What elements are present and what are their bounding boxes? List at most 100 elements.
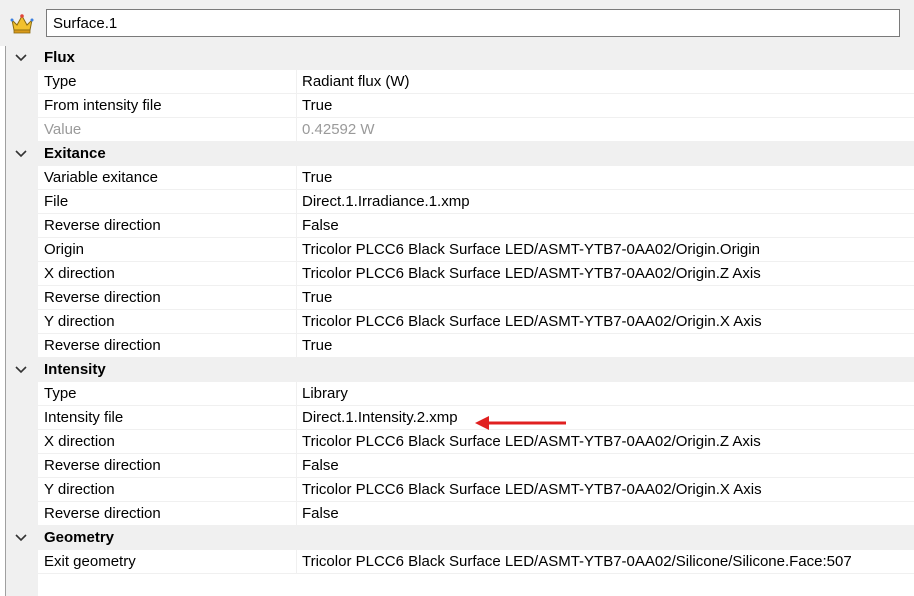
property-row[interactable]: X direction Tricolor PLCC6 Black Surface …	[6, 430, 914, 454]
column-divider	[296, 214, 297, 237]
chevron-down-icon[interactable]	[12, 358, 30, 382]
property-row[interactable]: Reverse direction False	[6, 502, 914, 526]
row-gutter	[6, 70, 38, 93]
property-name: From intensity file	[44, 97, 162, 114]
property-value[interactable]: True	[302, 286, 332, 310]
category-label: Exitance	[44, 145, 106, 162]
row-gutter	[6, 406, 38, 429]
property-value[interactable]: Direct.1.Irradiance.1.xmp	[302, 190, 470, 214]
category-flux[interactable]: Flux	[6, 46, 914, 70]
row-gutter	[6, 430, 38, 453]
row-gutter	[6, 238, 38, 261]
property-row[interactable]: Reverse direction False	[6, 214, 914, 238]
property-name: File	[44, 193, 69, 210]
property-row[interactable]: Reverse direction True	[6, 334, 914, 358]
property-value[interactable]: True	[302, 166, 332, 190]
property-value[interactable]: Tricolor PLCC6 Black Surface LED/ASMT-YT…	[302, 478, 762, 502]
property-row[interactable]: Reverse direction True	[6, 286, 914, 310]
property-name: Origin	[44, 241, 85, 258]
property-name: Intensity file	[44, 409, 124, 426]
property-row[interactable]: Y direction Tricolor PLCC6 Black Surface …	[6, 478, 914, 502]
property-value[interactable]: Radiant flux (W)	[302, 70, 410, 94]
property-value[interactable]: Tricolor PLCC6 Black Surface LED/ASMT-YT…	[302, 310, 762, 334]
category-intensity[interactable]: Intensity	[6, 358, 914, 382]
property-name: Y direction	[44, 313, 115, 330]
property-row[interactable]: Type Library	[6, 382, 914, 406]
annotation-arrow	[475, 416, 566, 430]
row-gutter	[6, 262, 38, 285]
property-value[interactable]: Tricolor PLCC6 Black Surface LED/ASMT-YT…	[302, 430, 761, 454]
row-gutter	[6, 118, 38, 141]
property-value[interactable]: Tricolor PLCC6 Black Surface LED/ASMT-YT…	[302, 262, 761, 286]
chevron-down-icon[interactable]	[12, 526, 30, 550]
property-name: Reverse direction	[44, 289, 161, 306]
row-gutter	[6, 310, 38, 333]
property-row[interactable]: Exit geometry Tricolor PLCC6 Black Surfac…	[6, 550, 914, 574]
row-gutter	[6, 334, 38, 357]
row-gutter	[6, 454, 38, 477]
property-row[interactable]: Type Radiant flux (W)	[6, 70, 914, 94]
property-value[interactable]: True	[302, 334, 332, 358]
property-row[interactable]: Origin Tricolor PLCC6 Black Surface LED/A…	[6, 238, 914, 262]
property-name: Reverse direction	[44, 457, 161, 474]
column-divider	[296, 118, 297, 141]
header-bar	[0, 0, 914, 46]
category-label: Flux	[44, 49, 75, 66]
property-value[interactable]: Tricolor PLCC6 Black Surface LED/ASMT-YT…	[302, 238, 760, 262]
column-divider	[296, 166, 297, 189]
property-value[interactable]: False	[302, 214, 339, 238]
column-divider	[296, 262, 297, 285]
name-input[interactable]	[46, 9, 900, 37]
property-value: 0.42592 W	[302, 121, 375, 138]
property-name: Variable exitance	[44, 169, 158, 186]
column-divider	[296, 382, 297, 405]
column-divider	[296, 550, 297, 573]
property-name: X direction	[44, 433, 115, 450]
category-exitance[interactable]: Exitance	[6, 142, 914, 166]
row-gutter	[6, 382, 38, 405]
row-gutter	[6, 550, 38, 573]
property-value[interactable]: False	[302, 454, 339, 478]
property-row[interactable]: Value 0.42592 W	[6, 118, 914, 142]
row-gutter	[6, 166, 38, 189]
column-divider	[296, 406, 297, 429]
property-name: Reverse direction	[44, 337, 161, 354]
property-name: Type	[44, 385, 77, 402]
chevron-down-icon[interactable]	[12, 46, 30, 70]
property-row[interactable]: Y direction Tricolor PLCC6 Black Surface …	[6, 310, 914, 334]
property-row[interactable]: Reverse direction False	[6, 454, 914, 478]
property-row[interactable]: From intensity file True	[6, 94, 914, 118]
row-gutter	[6, 502, 38, 525]
row-gutter	[6, 190, 38, 213]
property-name: X direction	[44, 265, 115, 282]
property-grid: Flux Type Radiant flux (W) From intensity f…	[5, 46, 914, 596]
property-value[interactable]: True	[302, 94, 332, 118]
column-divider	[296, 334, 297, 357]
property-row[interactable]: Intensity file Direct.1.Intensity.2.xmp	[6, 406, 914, 430]
property-value[interactable]: Library	[302, 382, 348, 406]
column-divider	[296, 478, 297, 501]
property-name: Reverse direction	[44, 505, 161, 522]
column-divider	[296, 70, 297, 93]
property-value[interactable]: Tricolor PLCC6 Black Surface LED/ASMT-YT…	[302, 550, 852, 574]
category-label: Geometry	[44, 529, 115, 546]
property-row[interactable]: Variable exitance True	[6, 166, 914, 190]
row-gutter	[6, 214, 38, 237]
property-name: Reverse direction	[44, 217, 161, 234]
property-name: Type	[44, 73, 77, 90]
property-row[interactable]: X direction Tricolor PLCC6 Black Surface …	[6, 262, 914, 286]
property-value[interactable]: False	[302, 502, 339, 526]
crown-icon	[10, 12, 34, 34]
column-divider	[296, 430, 297, 453]
column-divider	[296, 286, 297, 309]
property-name: Exit geometry	[44, 553, 136, 570]
column-divider	[296, 310, 297, 333]
property-row[interactable]: File Direct.1.Irradiance.1.xmp	[6, 190, 914, 214]
property-name: Y direction	[44, 481, 115, 498]
chevron-down-icon[interactable]	[12, 142, 30, 166]
property-name: Value	[44, 121, 82, 138]
column-divider	[296, 238, 297, 261]
property-value[interactable]: Direct.1.Intensity.2.xmp	[302, 406, 458, 430]
row-gutter	[6, 286, 38, 309]
category-geometry[interactable]: Geometry	[6, 526, 914, 550]
